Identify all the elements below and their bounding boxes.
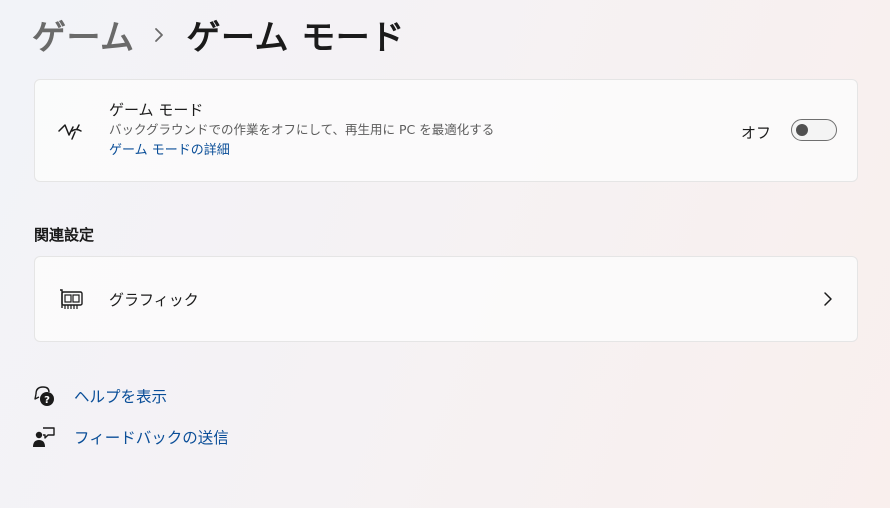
svg-text:?: ?: [44, 395, 50, 406]
get-help-link[interactable]: ? ヘルプを表示: [32, 384, 167, 408]
breadcrumb-parent-games[interactable]: ゲーム: [32, 10, 134, 59]
game-mode-card: ゲーム モード バックグラウンドでの作業をオフにして、再生用に PC を最適化す…: [34, 79, 858, 182]
game-mode-icon: [57, 118, 85, 146]
graphics-settings-item[interactable]: グラフィック: [34, 256, 858, 342]
send-feedback-link[interactable]: フィードバックの送信: [32, 425, 229, 449]
page-title: ゲーム モード: [186, 18, 405, 58]
chevron-right-icon: [154, 27, 164, 43]
feedback-icon: [32, 425, 56, 449]
toggle-state-label: オフ: [740, 124, 771, 142]
send-feedback-label: フィードバックの送信: [74, 429, 229, 447]
help-icon: ?: [32, 384, 56, 408]
related-settings-heading: 関連設定: [34, 226, 95, 244]
game-mode-toggle[interactable]: [791, 119, 837, 141]
game-mode-title: ゲーム モード: [109, 101, 204, 119]
graphics-label: グラフィック: [109, 291, 199, 309]
breadcrumb: ゲーム ゲーム モード: [32, 10, 405, 59]
game-mode-details-link[interactable]: ゲーム モードの詳細: [109, 140, 494, 162]
toggle-knob: [796, 124, 808, 136]
graphics-card-icon: [57, 286, 85, 314]
game-mode-description: バックグラウンドでの作業をオフにして、再生用に PC を最適化する: [109, 122, 495, 137]
get-help-label: ヘルプを表示: [74, 388, 168, 406]
chevron-right-icon: [821, 290, 835, 308]
